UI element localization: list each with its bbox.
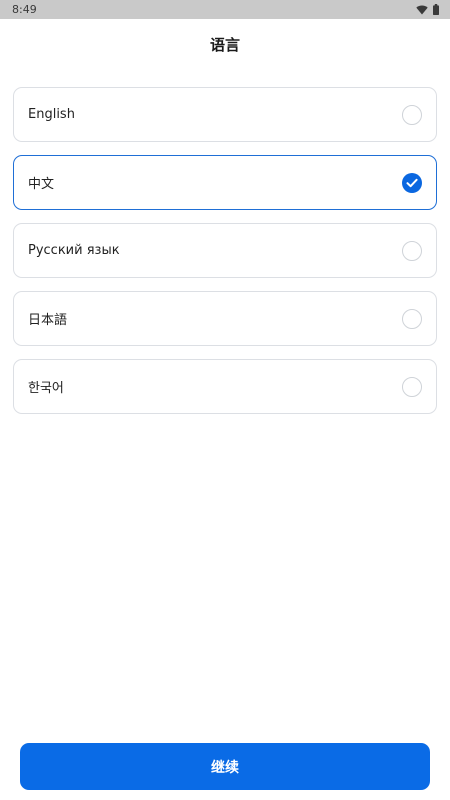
language-option-korean[interactable]: 한국어 (13, 359, 437, 414)
page-title: 语言 (209, 36, 240, 54)
status-icons (416, 4, 439, 15)
language-label: English (28, 107, 75, 122)
language-label: 한국어 (28, 381, 64, 396)
radio-unchecked-icon[interactable] (402, 376, 422, 397)
language-screen: 8:49 语言 English 中文 Русский язык 日本語 한국어 … (0, 0, 450, 800)
language-option-english[interactable]: English (13, 87, 437, 142)
checkmark-icon (406, 178, 418, 187)
language-option-russian[interactable]: Русский язык (13, 223, 437, 278)
radio-checked-icon[interactable] (402, 172, 422, 193)
language-option-japanese[interactable]: 日本語 (13, 291, 437, 346)
wifi-icon (416, 5, 428, 15)
language-label: 中文 (28, 177, 55, 192)
continue-button[interactable]: 继续 (20, 743, 430, 790)
battery-icon (433, 4, 439, 15)
radio-unchecked-icon[interactable] (402, 308, 422, 329)
radio-unchecked-icon[interactable] (402, 240, 422, 261)
header: 语言 (0, 34, 450, 55)
status-bar: 8:49 (0, 0, 450, 19)
language-list: English 中文 Русский язык 日本語 한국어 (13, 87, 437, 427)
language-label: Русский язык (28, 243, 120, 258)
radio-unchecked-icon[interactable] (402, 104, 422, 125)
language-option-chinese[interactable]: 中文 (13, 155, 437, 210)
language-label: 日本語 (28, 313, 68, 328)
status-time: 8:49 (12, 3, 37, 16)
